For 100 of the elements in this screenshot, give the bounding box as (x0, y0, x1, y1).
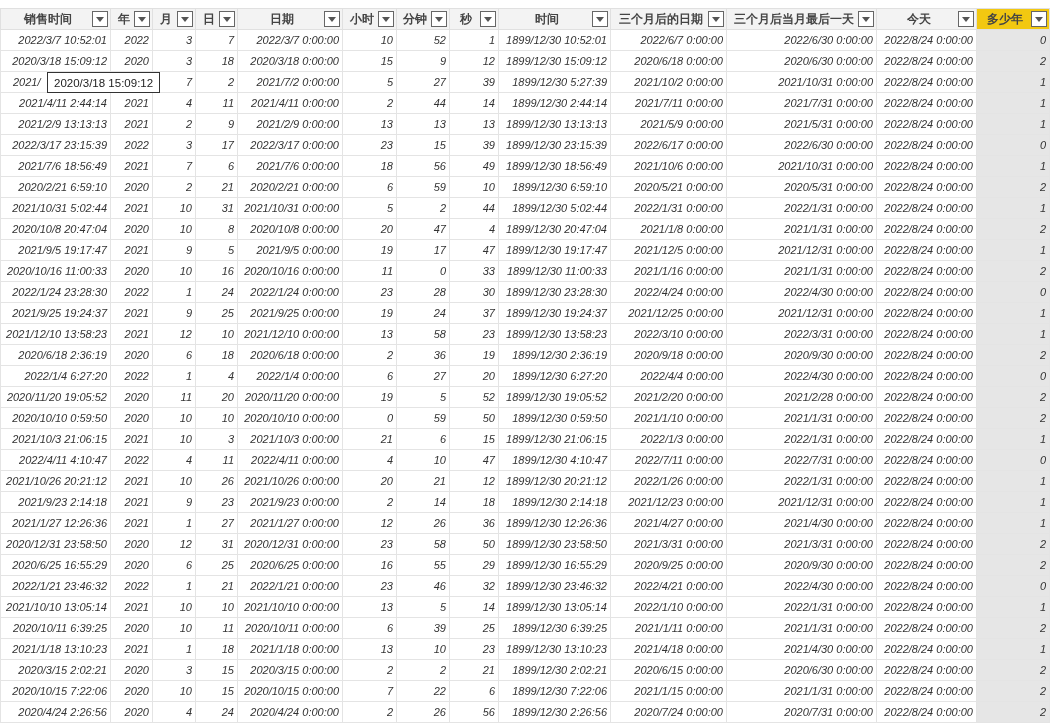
table-cell: 1899/12/30 4:10:47 (512, 454, 607, 466)
table-cell: 2021/9/23 2:14:18 (18, 496, 107, 508)
filter-dropdown-button[interactable] (92, 11, 108, 27)
column-header[interactable]: 时间 (498, 8, 611, 30)
column-header[interactable]: 日 (195, 8, 238, 30)
table-cell: 2021/1/11 0:00:00 (635, 622, 723, 634)
table-cell: 19 (380, 391, 393, 403)
table-cell: 2021/2/20 0:00:00 (634, 391, 723, 403)
filter-dropdown-button[interactable] (958, 11, 974, 27)
caret-icon (96, 16, 104, 22)
table-cell: 2021/4/11 0:00:00 (251, 97, 339, 109)
table-cell: 0 (386, 412, 393, 424)
table-cell: 2022/8/24 0:00:00 (884, 412, 973, 424)
table-cell: 1899/12/30 16:55:29 (506, 559, 607, 571)
caret-icon (712, 16, 720, 22)
table-cell: 2022/6/30 0:00:00 (784, 139, 873, 151)
column-header[interactable]: 日期 (237, 8, 343, 30)
table-cell: 18 (221, 349, 234, 361)
filter-dropdown-button[interactable] (708, 11, 724, 27)
filter-dropdown-button[interactable] (378, 11, 394, 27)
table-cell: 5 (386, 202, 393, 214)
table-cell: 1899/12/30 7:22:06 (512, 685, 607, 697)
table-cell: 2 (1039, 538, 1046, 550)
column-header[interactable]: 今天 (876, 8, 977, 30)
table-cell: 10 (433, 643, 446, 655)
table-cell: 2020/9/18 0:00:00 (634, 349, 723, 361)
table-cell: 47 (482, 454, 495, 466)
table-cell: 0 (1039, 454, 1046, 466)
table-cell: 1 (185, 643, 192, 655)
table-cell: 20 (221, 391, 234, 403)
caret-icon (181, 16, 189, 22)
column-header[interactable]: 年 (110, 8, 153, 30)
table-cell: 2021/12/25 0:00:00 (628, 307, 723, 319)
table-cell: 9 (439, 55, 446, 67)
column-header[interactable]: 秒 (449, 8, 499, 30)
table-cell: 52 (433, 34, 446, 46)
filter-dropdown-button[interactable] (134, 11, 150, 27)
table-cell: 1899/12/30 19:17:47 (506, 244, 607, 256)
table-cell: 15 (380, 55, 393, 67)
table-cell: 13 (433, 118, 446, 130)
table-cell: 1899/12/30 20:21:12 (506, 475, 607, 487)
table-cell: 2021/1/31 0:00:00 (784, 223, 873, 235)
table-cell: 33 (482, 265, 495, 277)
table-cell: 23 (482, 643, 495, 655)
table-cell: 2021/12/10 13:58:23 (6, 328, 107, 340)
table-cell: 20 (482, 370, 495, 382)
table-cell: 2022/8/24 0:00:00 (884, 433, 973, 445)
table-cell: 18 (221, 643, 234, 655)
column-header[interactable]: 分钟 (396, 8, 450, 30)
table-cell: 1899/12/30 2:14:18 (512, 496, 607, 508)
filter-dropdown-button[interactable] (219, 11, 235, 27)
column-header[interactable]: 月 (152, 8, 196, 30)
table-cell: 2022/8/24 0:00:00 (884, 139, 973, 151)
table-cell: 2021/1/31 0:00:00 (784, 265, 873, 277)
table-cell: 1899/12/30 13:05:14 (506, 601, 607, 613)
table-cell: 2022/8/24 0:00:00 (884, 307, 973, 319)
column-header[interactable]: 三个月后的日期 (610, 8, 727, 30)
table-cell: 23 (380, 538, 393, 550)
filter-dropdown-button[interactable] (324, 11, 340, 27)
table-cell: 2 (1039, 349, 1046, 361)
table-cell: 2 (1039, 223, 1046, 235)
table-cell: 18 (482, 496, 495, 508)
table-cell: 2021/7/2 0:00:00 (256, 76, 339, 88)
table-cell: 16 (380, 559, 393, 571)
table-cell: 2022/3/7 10:52:01 (18, 34, 107, 46)
table-cell: 47 (433, 223, 446, 235)
column-header[interactable]: 多少年 (976, 8, 1050, 30)
table-cell: 2021 (124, 517, 149, 529)
table-cell: 2021 (124, 601, 149, 613)
table-cell: 1899/12/30 0:59:50 (512, 412, 607, 424)
table-cell: 2022/8/24 0:00:00 (884, 622, 973, 634)
filter-dropdown-button[interactable] (480, 11, 496, 27)
table-cell: 2022/4/11 4:10:47 (19, 454, 107, 466)
table-cell: 1899/12/30 13:13:13 (506, 118, 607, 130)
table-cell: 2 (1039, 559, 1046, 571)
table-cell: 2022/6/7 0:00:00 (640, 34, 723, 46)
filter-dropdown-button[interactable] (858, 11, 874, 27)
table-cell: 2021/4/18 0:00:00 (634, 643, 723, 655)
table-cell: 2 (185, 181, 192, 193)
filter-dropdown-button[interactable] (177, 11, 193, 27)
table-cell: 2020/3/15 0:00:00 (250, 664, 339, 676)
table-cell: 2021/1/16 0:00:00 (634, 265, 723, 277)
table-cell: 2021/1/27 0:00:00 (250, 517, 339, 529)
table-cell: 2022/8/24 0:00:00 (884, 286, 973, 298)
filter-dropdown-button[interactable] (431, 11, 447, 27)
filter-dropdown-button[interactable] (1031, 11, 1047, 27)
table-cell: 2022/3/31 0:00:00 (784, 328, 873, 340)
table-cell: 1899/12/30 2:44:14 (512, 97, 607, 109)
table-cell: 1899/12/30 23:58:50 (506, 538, 607, 550)
table-cell: 29 (482, 559, 495, 571)
table-cell: 19 (482, 349, 495, 361)
column-header[interactable]: 三个月后当月最后一天 (726, 8, 877, 30)
column-header[interactable]: 销售时间 (0, 8, 111, 30)
column-header[interactable]: 小时 (342, 8, 397, 30)
table-cell: 2020/10/15 7:22:06 (12, 685, 107, 697)
filter-dropdown-button[interactable] (592, 11, 608, 27)
table-cell: 0 (1039, 370, 1046, 382)
table-cell: 1899/12/30 6:39:25 (512, 622, 607, 634)
table-cell: 0 (1039, 139, 1046, 151)
table-cell: 56 (482, 706, 495, 718)
